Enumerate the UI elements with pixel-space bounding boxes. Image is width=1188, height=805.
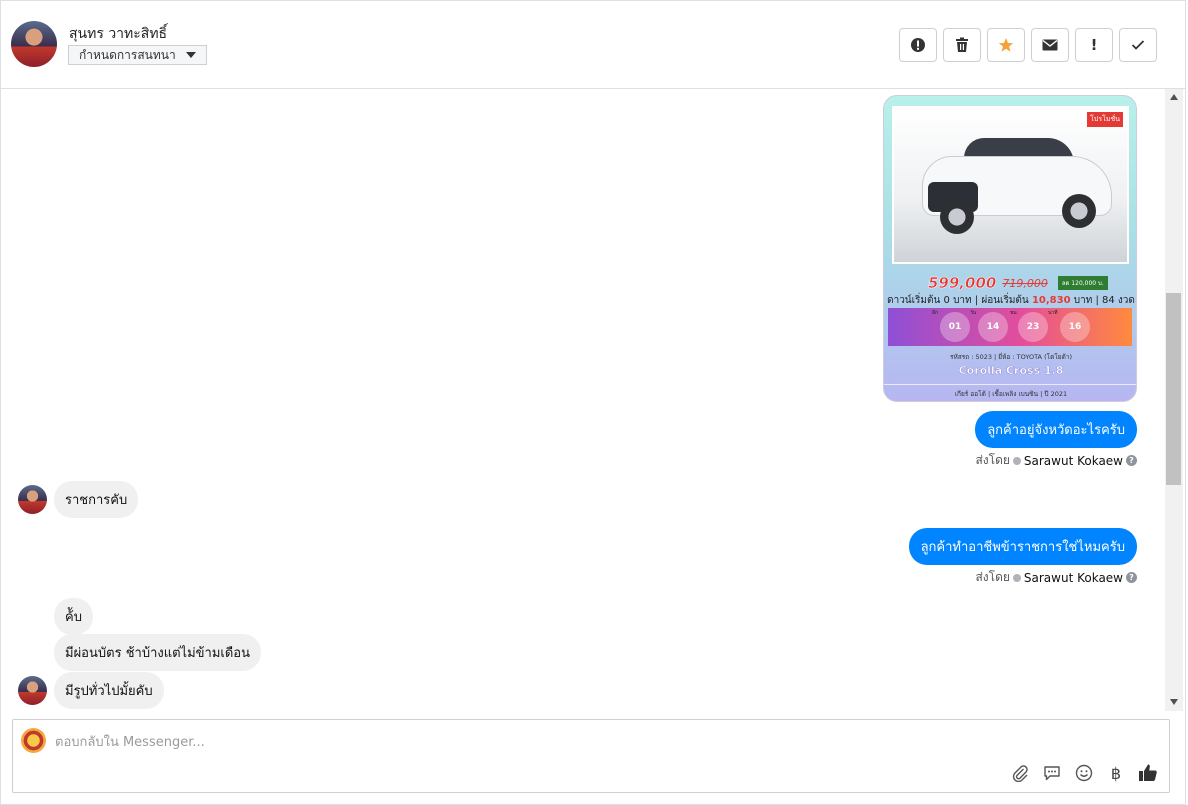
car-photo: โปรโมชั่น [892,106,1129,264]
help-icon[interactable]: ? [1126,455,1137,466]
assign-conversation-dropdown[interactable]: กำหนดการสนทนา [68,45,207,65]
car-spec: รหัสรถ : 5023 | ยี่ห้อ : TOYOTA (โตโยต้า… [949,353,1073,361]
mark-spam-button[interactable] [899,28,937,62]
reply-input[interactable] [55,732,955,752]
header-actions: ! [899,28,1157,62]
countdown-bar: อีก 01 วัน 14 ชม. 23 นาที 16 [888,308,1132,346]
verified-icon [1012,456,1021,465]
paperclip-icon [1012,765,1028,782]
exclamation-icon: ! [1090,36,1098,54]
like-button[interactable] [1137,762,1159,784]
car-details-footer: เกียร์ ออโต้ | เชื้อเพลิง เบนซิน | ปี 20… [884,384,1136,399]
mark-done-button[interactable] [1119,28,1157,62]
outgoing-message[interactable]: ลูกค้าทำอาชีพข้าราชการใช่ไหมครับ [908,528,1137,565]
payment-button[interactable]: ฿ [1105,762,1127,784]
quick-reply-icon [1044,766,1060,781]
contact-avatar[interactable] [11,21,57,67]
countdown-value: 23 [1018,312,1048,342]
emoji-icon [1075,764,1093,782]
scroll-up-arrow-icon[interactable] [1170,94,1178,100]
countdown-value: 01 [940,312,970,342]
car-wheel [1062,194,1096,228]
old-price: 719,000 [1002,276,1048,290]
countdown-label: นาที [1048,310,1058,316]
car-model: Corolla Cross 1.8 [958,364,1064,377]
trash-icon [956,37,968,52]
incoming-message[interactable]: ค้ับ [54,598,93,635]
installment-amount: 10,830 [1031,295,1071,306]
contact-name[interactable]: สุนทร วาทะสิทธิ์ [69,23,167,45]
caret-down-icon [185,52,196,58]
thread-scrollbar[interactable] [1165,89,1183,711]
page-avatar [21,728,46,753]
saved-replies-button[interactable] [1041,762,1063,784]
price: 599,000 [928,274,997,293]
agent-name[interactable]: Sarawut Kokaew [1024,571,1123,585]
countdown-value: 16 [1060,312,1090,342]
contact-avatar-small[interactable] [18,485,47,514]
scroll-down-arrow-icon[interactable] [1170,699,1178,705]
conversation-panel: สุนทร วาทะสิทธิ์ กำหนดการสนทนา ! โปรโมชั… [0,0,1186,805]
thumbs-up-icon [1139,764,1157,781]
car-ad-card[interactable]: โปรโมชั่น 599,000 719,000 ลด 120,000 บ. … [883,95,1137,402]
down-prefix: ดาวน์เริ่มต้น 0 บาท | ผ่อนเริ่มต้น [887,295,1032,306]
delete-button[interactable] [943,28,981,62]
discount-badge: ลด 120,000 บ. [1057,276,1108,290]
emoji-button[interactable] [1073,762,1095,784]
scrollbar-thumb[interactable] [1166,293,1181,485]
countdown-label: วัน [970,310,977,316]
verified-icon [1012,573,1021,582]
mail-icon [1042,39,1058,51]
alert-circle-icon [911,38,925,52]
conversation-header: สุนทร วาทะสิทธิ์ กำหนดการสนทนา ! [1,1,1185,89]
car-wheel [940,200,974,234]
mark-unread-button[interactable] [1031,28,1069,62]
down-payment-text: ดาวน์เริ่มต้น 0 บาท | ผ่อนเริ่มต้น 10,83… [884,293,1136,308]
outgoing-message[interactable]: ลูกค้าอยู่จังหวัดอะไรครับ [975,411,1137,448]
reply-composer: ฿ [12,719,1170,793]
countdown-label: อีก [932,310,939,316]
sent-by-info: ส่งโดย Sarawut Kokaew ? [975,568,1137,587]
contact-avatar-small[interactable] [18,676,47,705]
check-icon [1131,40,1145,50]
down-suffix: บาท | 84 งวด [1070,295,1135,306]
countdown-value: 14 [978,312,1008,342]
sent-by-info: ส่งโดย Sarawut Kokaew ? [975,451,1137,470]
countdown-label: ชม. [1010,310,1019,316]
incoming-message[interactable]: มีผ่อนบัตร ช้าบ้างแต่ไม่ข้ามเดือน [54,634,261,671]
assign-conversation-label: กำหนดการสนทนา [79,47,176,62]
baht-icon: ฿ [1110,763,1122,783]
star-icon [998,38,1014,52]
help-icon[interactable]: ? [1126,572,1137,583]
star-button[interactable] [987,28,1025,62]
incoming-message[interactable]: มีรูปทั่วไปมั้ยคับ [54,672,164,709]
promotion-tag: โปรโมชั่น [1087,112,1123,127]
composer-tools: ฿ [1009,762,1159,784]
incoming-message[interactable]: ราชการคับ [54,481,139,518]
price-row: 599,000 719,000 ลด 120,000 บ. [928,274,1108,292]
message-thread[interactable]: โปรโมชั่น 599,000 719,000 ลด 120,000 บ. … [1,89,1165,711]
attach-button[interactable] [1009,762,1031,784]
mark-important-button[interactable]: ! [1075,28,1113,62]
sent-by-label: ส่งโดย [975,453,1010,467]
agent-name[interactable]: Sarawut Kokaew [1024,454,1123,468]
sent-by-label: ส่งโดย [975,570,1010,584]
